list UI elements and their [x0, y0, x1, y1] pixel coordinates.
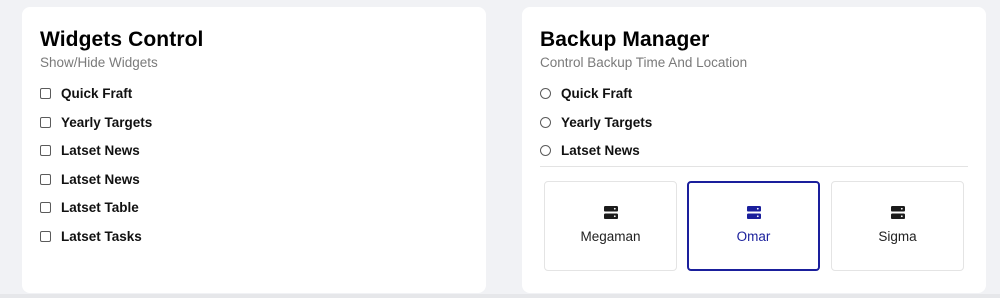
widget-option-label: Quick Fraft	[61, 85, 133, 101]
backup-time-label: Yearly Targets	[561, 114, 653, 130]
widget-option-latset-table[interactable]: Latset Table	[40, 199, 139, 215]
widget-checkbox[interactable]	[40, 116, 51, 128]
widget-checkbox[interactable]	[40, 230, 51, 242]
server-icon	[746, 206, 761, 219]
server-icon	[603, 206, 618, 219]
widget-option-label: Latset Table	[61, 199, 139, 215]
widget-option-latset-tasks[interactable]: Latset Tasks	[40, 228, 142, 244]
backup-location-megaman[interactable]: Megaman	[544, 181, 677, 271]
backup-manager-subtitle: Control Backup Time And Location	[540, 55, 748, 70]
backup-location-label: Sigma	[878, 229, 917, 244]
backup-time-label: Quick Fraft	[561, 85, 633, 101]
backup-time-radio[interactable]	[540, 144, 551, 156]
backup-manager-card: Backup Manager Control Backup Time And L…	[522, 7, 986, 293]
backup-time-option-quick-fraft[interactable]: Quick Fraft	[540, 85, 632, 101]
widget-option-label: Latset News	[61, 171, 140, 187]
widgets-control-subtitle: Show/Hide Widgets	[40, 55, 158, 70]
backup-location-label: Omar	[736, 229, 771, 244]
server-icon	[890, 206, 905, 219]
widget-option-latset-news-2[interactable]: Latset News	[40, 171, 140, 187]
backup-time-radio[interactable]	[540, 116, 551, 128]
backup-location-sigma[interactable]: Sigma	[831, 181, 964, 271]
widgets-control-card: Widgets Control Show/Hide Widgets Quick …	[22, 7, 486, 293]
widget-option-yearly-targets[interactable]: Yearly Targets	[40, 114, 152, 130]
widget-checkbox[interactable]	[40, 144, 51, 156]
widget-checkbox[interactable]	[40, 201, 51, 213]
backup-manager-title: Backup Manager	[540, 28, 710, 51]
backup-location-label: Megaman	[580, 229, 641, 244]
widgets-control-title: Widgets Control	[40, 28, 204, 51]
widget-option-quick-fraft[interactable]: Quick Fraft	[40, 85, 132, 101]
backup-time-option-yearly-targets[interactable]: Yearly Targets	[540, 114, 652, 130]
backup-location-omar[interactable]: Omar	[687, 181, 820, 271]
horizontal-scrollbar[interactable]	[0, 294, 1000, 298]
backup-time-option-latset-news[interactable]: Latset News	[540, 142, 640, 158]
widget-checkbox[interactable]	[40, 87, 51, 99]
widget-option-label: Yearly Targets	[61, 114, 153, 130]
backup-time-radio[interactable]	[540, 87, 551, 99]
widget-option-latset-news[interactable]: Latset News	[40, 142, 140, 158]
widget-option-label: Latset News	[61, 142, 140, 158]
backup-time-label: Latset News	[561, 142, 640, 158]
widget-option-label: Latset Tasks	[61, 228, 142, 244]
divider	[540, 166, 968, 167]
widget-checkbox[interactable]	[40, 173, 51, 185]
